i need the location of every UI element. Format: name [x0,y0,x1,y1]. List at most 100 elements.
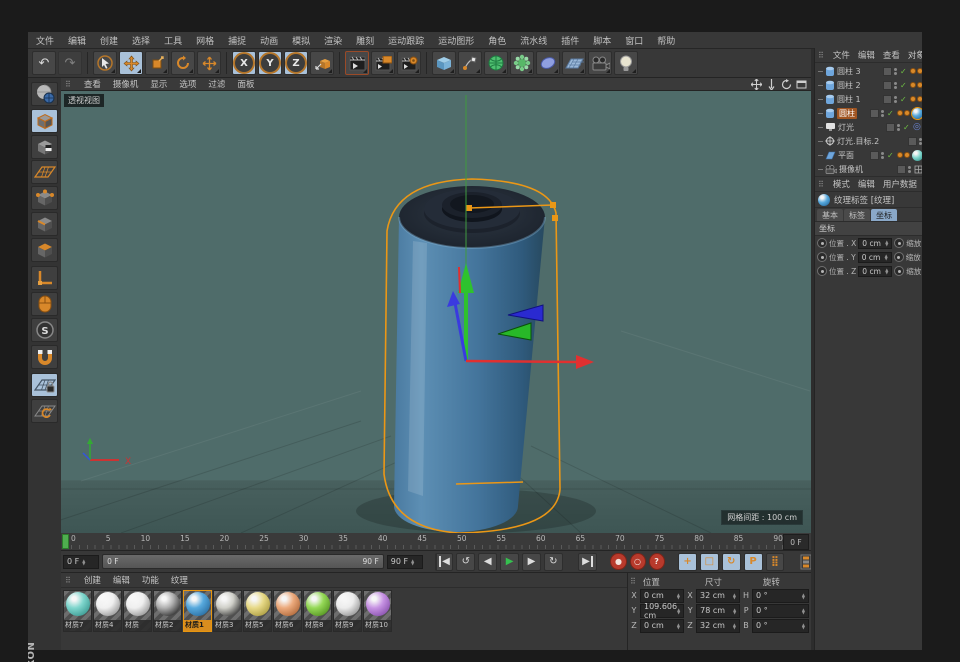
axis-mode-button[interactable] [31,266,58,290]
key-radio[interactable] [894,266,904,276]
phong-tag-icon[interactable] [910,96,922,102]
add-generator-button[interactable] [484,51,508,75]
material-swatch[interactable]: 材质8 [303,590,332,632]
redo-button[interactable]: ↷ [58,51,82,75]
vp-menu-view[interactable]: 查看 [84,78,101,90]
mat-menu-edit[interactable]: 编辑 [113,574,130,586]
mat-menu-function[interactable]: 功能 [142,574,159,586]
key-radio[interactable] [817,266,827,276]
vp-menu-cameras[interactable]: 摄像机 [113,78,139,90]
target-tag-icon[interactable]: ◎ [913,122,922,132]
play-backward-button[interactable]: ↺ [456,553,475,571]
material-swatch[interactable]: 材质5 [243,590,272,632]
zoom-view-icon[interactable] [766,79,777,90]
menu-select[interactable]: 选择 [132,34,150,47]
mat-menu-texture[interactable]: 纹理 [171,574,188,586]
vp-menu-display[interactable]: 显示 [150,78,167,90]
add-environment-button[interactable] [562,51,586,75]
viewport-mouse-button[interactable] [31,292,58,316]
menu-plugins[interactable]: 插件 [561,34,579,47]
visibility-dots[interactable] [881,110,885,117]
menu-snap[interactable]: 捕捉 [228,34,246,47]
menu-pipeline[interactable]: 流水线 [520,34,547,47]
material-swatch[interactable]: 材质9 [333,590,362,632]
rot-b-field[interactable]: 0 °▲▼ [752,619,809,633]
lock-workplane-button[interactable] [31,373,58,397]
rotate-tool-button[interactable] [171,51,195,75]
pos-x-field[interactable]: 0 cm▲▼ [640,589,684,603]
paint-setup-button[interactable] [31,82,58,106]
axis-x-lock-button[interactable]: X [232,51,256,75]
object-row-camera[interactable]: 摄像机 [815,162,922,176]
object-row-cylinder-selected[interactable]: 圆柱 ✓ [815,106,922,120]
key-parameter-toggle[interactable]: P [744,553,763,571]
texture-mode-button[interactable] [31,135,58,159]
rotate-workplane-button[interactable] [31,399,58,423]
attr-menu-edit[interactable]: 编辑 [858,178,875,190]
layer-square[interactable] [908,137,917,146]
scale-tool-button[interactable] [145,51,169,75]
material-swatch[interactable]: 材质2 [153,590,182,632]
step-forward-button[interactable]: ▶ [522,553,541,571]
texture-tag-selected[interactable] [912,108,922,119]
object-row-light-target[interactable]: 灯光.目标.2 [815,134,922,148]
layer-square[interactable] [897,165,906,174]
move-tool-button[interactable] [119,51,143,75]
menu-mesh[interactable]: 网格 [196,34,214,47]
coordinate-system-button[interactable] [310,51,334,75]
object-row-cylinder3[interactable]: 圆柱 3 ✓ [815,64,922,78]
polygons-mode-button[interactable] [31,238,58,262]
enabled-check-icon[interactable]: ✓ [887,109,895,118]
layer-square[interactable] [870,151,879,160]
visibility-dots[interactable] [894,82,898,89]
protection-tag-icon[interactable] [914,165,922,174]
tab-tag[interactable]: 标签 [844,209,870,221]
goto-start-button[interactable]: ◀ [435,553,454,571]
vp-menu-options[interactable]: 选项 [179,78,196,90]
magnet-snap-button[interactable] [31,345,58,369]
render-picture-viewer-button[interactable] [371,51,395,75]
view-label[interactable]: 透视视图 [64,94,104,107]
object-row-cylinder2[interactable]: 圆柱 2 ✓ [815,78,922,92]
size-z-field[interactable]: 32 cm▲▼ [696,619,740,633]
rotate-view-icon[interactable] [781,79,792,90]
material-swatch[interactable]: 材质4 [93,590,122,632]
key-radio[interactable] [817,238,827,248]
points-mode-button[interactable] [31,186,58,210]
layer-square[interactable] [883,67,892,76]
menu-sculpt[interactable]: 雕刻 [356,34,374,47]
layer-square[interactable] [870,109,879,118]
visibility-dots[interactable] [881,152,885,159]
material-swatch-selected[interactable]: 材质1 [183,590,212,632]
pos-z-field[interactable]: 0 cm▲▼ [640,619,684,633]
layer-square[interactable] [883,81,892,90]
visibility-dots[interactable] [908,166,912,173]
menu-window[interactable]: 窗口 [625,34,643,47]
phong-tag-icon[interactable] [897,110,910,116]
menu-animate[interactable]: 动画 [260,34,278,47]
frame-start-field[interactable]: 0 F ▲▼ [63,555,99,569]
menu-mograph[interactable]: 运动图形 [438,34,474,47]
menu-file[interactable]: 文件 [36,34,54,47]
enabled-check-icon[interactable]: ✓ [900,81,908,90]
key-radio[interactable] [817,252,827,262]
render-view-button[interactable] [345,51,369,75]
playhead[interactable] [62,534,69,549]
enabled-check-icon[interactable]: ✓ [900,67,908,76]
axis-y-lock-button[interactable]: Y [258,51,282,75]
viewport-canvas[interactable]: X 透视视图 网格间距 : 100 cm [61,91,811,533]
key-position-toggle[interactable]: + [678,553,697,571]
om-menu-objects[interactable]: 对象 [908,49,922,61]
frame-end-field[interactable]: 90 F ▲▼ [387,555,423,569]
enabled-check-icon[interactable]: ✓ [900,95,908,104]
texture-tag[interactable] [912,150,922,161]
spinner-icon[interactable]: ▲▼ [82,559,85,565]
key-radio[interactable] [894,238,904,248]
play-button[interactable]: ▶ [500,553,519,571]
current-frame-chip[interactable]: 0 F [783,534,809,550]
visibility-dots[interactable] [894,68,898,75]
tag-pos-y-field[interactable]: 0 cm▲▼ [858,252,892,263]
layer-square[interactable] [886,123,895,132]
loop-button[interactable]: ↻ [544,553,563,571]
timeline-range-scrollbar[interactable]: 0 F 90 F [102,554,384,569]
